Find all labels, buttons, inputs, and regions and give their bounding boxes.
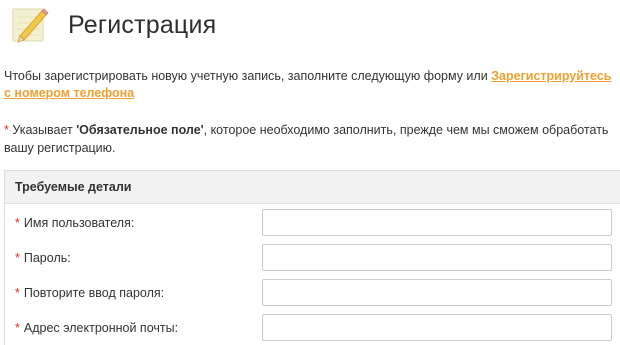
section-legend: Требуемые детали [5, 171, 620, 204]
page-header: Регистрация [10, 4, 216, 46]
confirm-password-label-text: Повторите ввод пароля: [23, 286, 165, 300]
page-title: Регистрация [68, 10, 217, 39]
password-label-text: Пароль: [23, 251, 71, 265]
confirm-password-input[interactable] [262, 279, 612, 306]
email-label-text: Адрес электронной почты: [23, 321, 179, 335]
required-star: * [15, 216, 20, 230]
email-label: * Адрес электронной почты: [15, 321, 178, 335]
confirm-password-row: * Повторите ввод пароля: [5, 279, 620, 309]
username-input[interactable] [262, 209, 612, 236]
password-label: * Пароль: [15, 251, 71, 265]
required-star: * [15, 286, 20, 300]
required-note-before: Указывает [8, 123, 77, 137]
required-star: * [15, 251, 20, 265]
intro-sentence: Чтобы зарегистрировать новую учетную зап… [4, 69, 492, 83]
required-field-term: 'Обязательное поле' [76, 123, 204, 137]
email-row: * Адрес электронной почты: [5, 314, 620, 344]
username-row: * Имя пользователя: [5, 209, 620, 239]
password-input[interactable] [262, 244, 612, 271]
password-row: * Пароль: [5, 244, 620, 274]
required-details-section: Требуемые детали * Имя пользователя: * Пар… [4, 170, 620, 345]
required-field-note: * Указывает 'Обязательное поле', которое… [4, 121, 616, 157]
username-label: * Имя пользователя: [15, 216, 134, 230]
username-label-text: Имя пользователя: [23, 216, 135, 230]
notepad-pencil-icon [10, 5, 50, 45]
confirm-password-label: * Повторите ввод пароля: [15, 286, 164, 300]
intro-text: Чтобы зарегистрировать новую учетную зап… [4, 68, 616, 102]
email-input[interactable] [262, 314, 612, 341]
required-star: * [15, 321, 20, 335]
